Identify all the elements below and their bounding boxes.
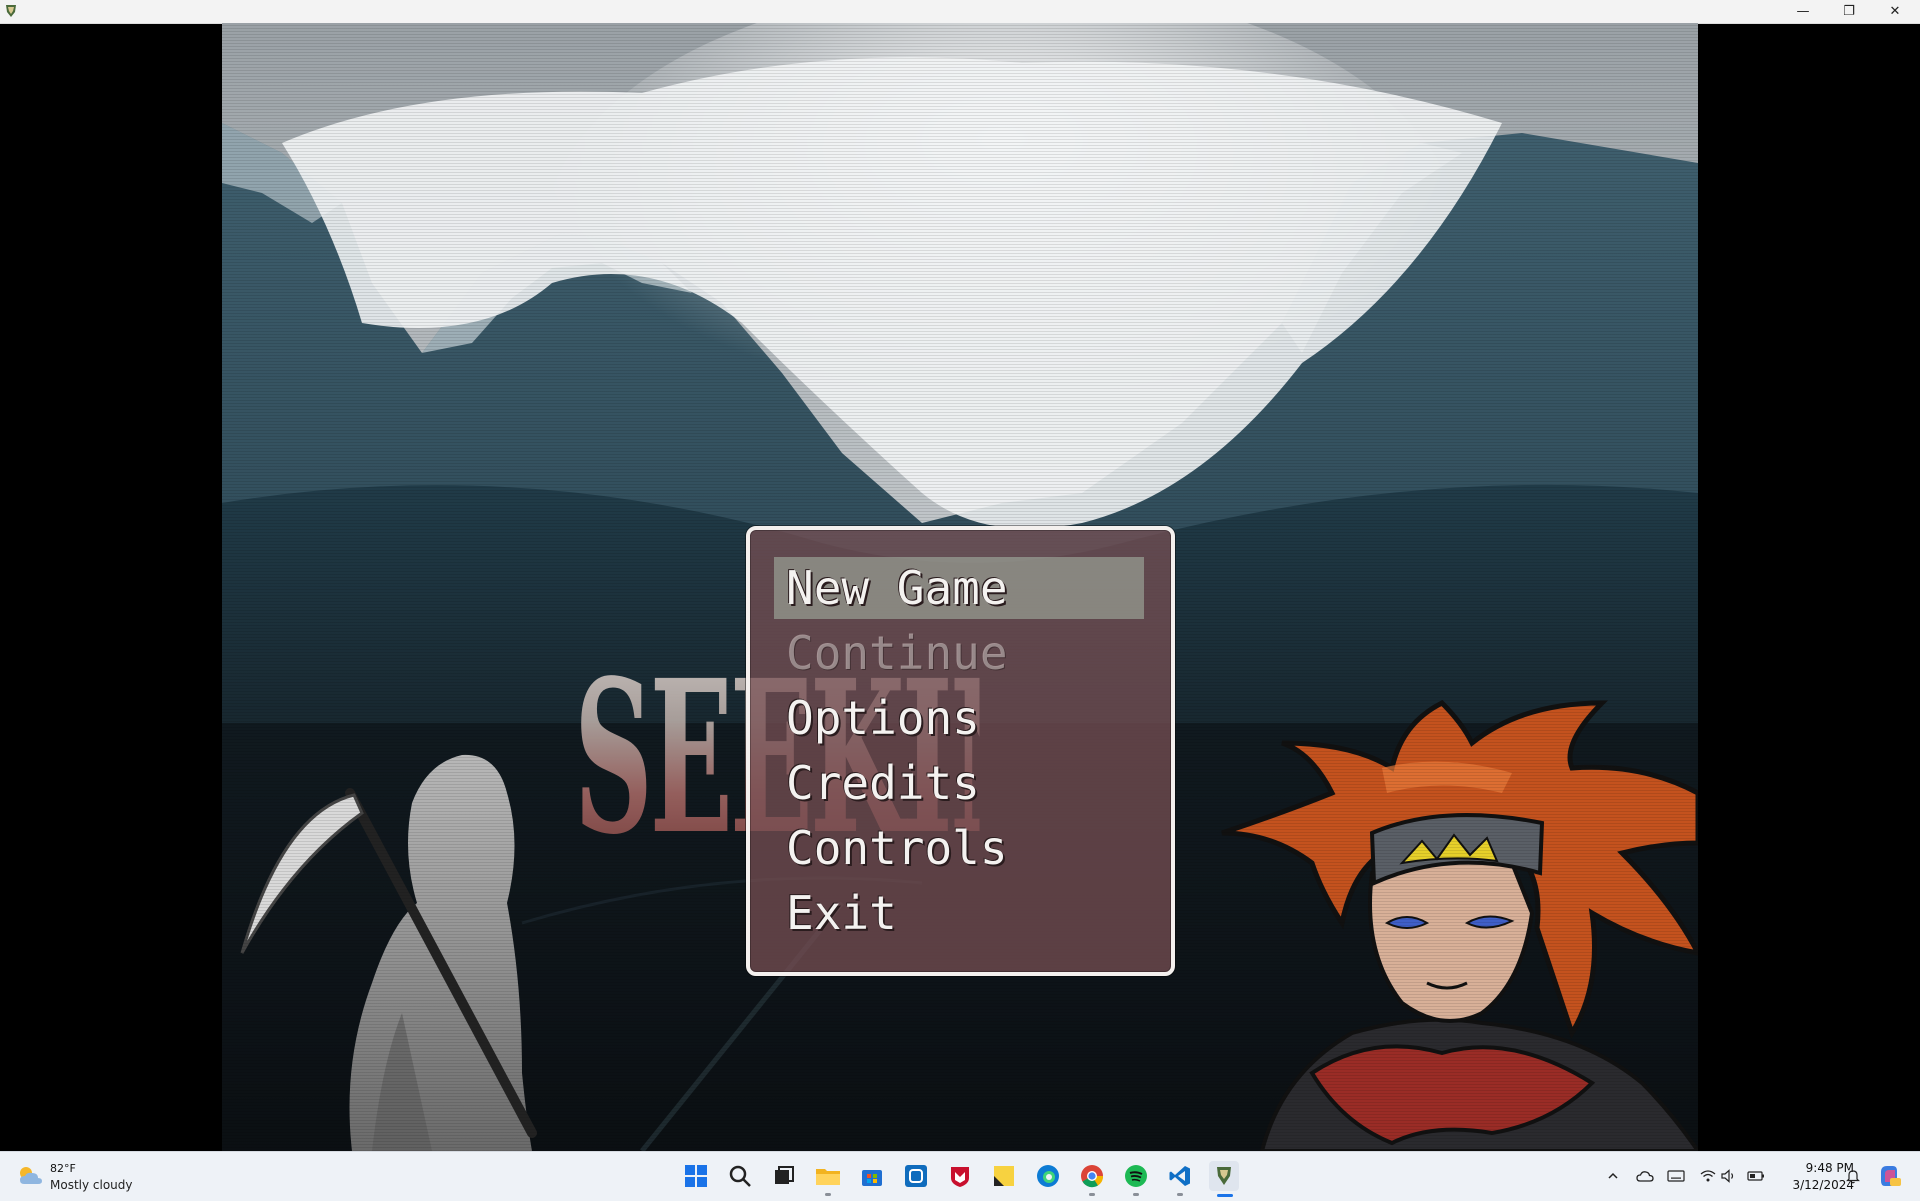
game-viewport[interactable]: SEEKING WAY New Game Continue Options Cr… xyxy=(222,23,1698,1151)
menu-item-controls[interactable]: Controls xyxy=(774,817,1144,879)
notification-bell-icon[interactable] xyxy=(1844,1167,1862,1185)
copilot-icon[interactable] xyxy=(1876,1163,1902,1189)
restore-button[interactable]: ❐ xyxy=(1826,0,1872,23)
microsoft-store-icon[interactable] xyxy=(857,1161,887,1191)
battery-icon[interactable] xyxy=(1747,1167,1765,1185)
weather-description[interactable]: Mostly cloudy xyxy=(50,1178,133,1192)
chrome-icon[interactable] xyxy=(1077,1161,1107,1196)
title-menu: New Game Continue Options Credits Contro… xyxy=(746,526,1175,976)
menu-item-new-game[interactable]: New Game xyxy=(774,557,1144,619)
keyboard-icon[interactable] xyxy=(1667,1167,1685,1185)
task-view-icon[interactable] xyxy=(769,1161,799,1191)
game-app-icon xyxy=(6,5,16,17)
window-titlebar: — ❐ ✕ xyxy=(0,0,1920,24)
menu-item-credits[interactable]: Credits xyxy=(774,752,1144,814)
menu-item-options[interactable]: Options xyxy=(774,687,1144,749)
sticky-notes-icon[interactable] xyxy=(989,1161,1019,1191)
chevron-up-icon[interactable] xyxy=(1604,1167,1622,1185)
menu-item-continue[interactable]: Continue xyxy=(774,622,1144,684)
clock-date[interactable]: 3/12/2024 xyxy=(1778,1178,1854,1192)
file-explorer-icon[interactable] xyxy=(813,1161,843,1196)
start-icon[interactable] xyxy=(681,1161,711,1191)
close-button[interactable]: ✕ xyxy=(1872,0,1918,23)
spotify-icon[interactable] xyxy=(1121,1161,1151,1196)
vscode-icon[interactable] xyxy=(1165,1161,1195,1196)
volume-icon[interactable] xyxy=(1720,1167,1738,1185)
taskbar: 82°F Mostly cloudy 9:48 PM 3/12/2024 xyxy=(0,1151,1920,1201)
weather-temperature[interactable]: 82°F xyxy=(50,1162,76,1175)
onedrive-icon[interactable] xyxy=(1636,1167,1654,1185)
mcafee-icon[interactable] xyxy=(945,1161,975,1191)
clock-time[interactable]: 9:48 PM xyxy=(1778,1161,1854,1175)
game-app-icon[interactable] xyxy=(1209,1161,1239,1197)
wifi-icon[interactable] xyxy=(1699,1167,1717,1185)
partly-cloudy-icon[interactable] xyxy=(16,1164,44,1188)
search-icon[interactable] xyxy=(725,1161,755,1191)
minimize-button[interactable]: — xyxy=(1780,0,1826,23)
app-icon[interactable] xyxy=(901,1161,931,1191)
menu-item-exit[interactable]: Exit xyxy=(774,882,1144,944)
edge-icon[interactable] xyxy=(1033,1161,1063,1191)
